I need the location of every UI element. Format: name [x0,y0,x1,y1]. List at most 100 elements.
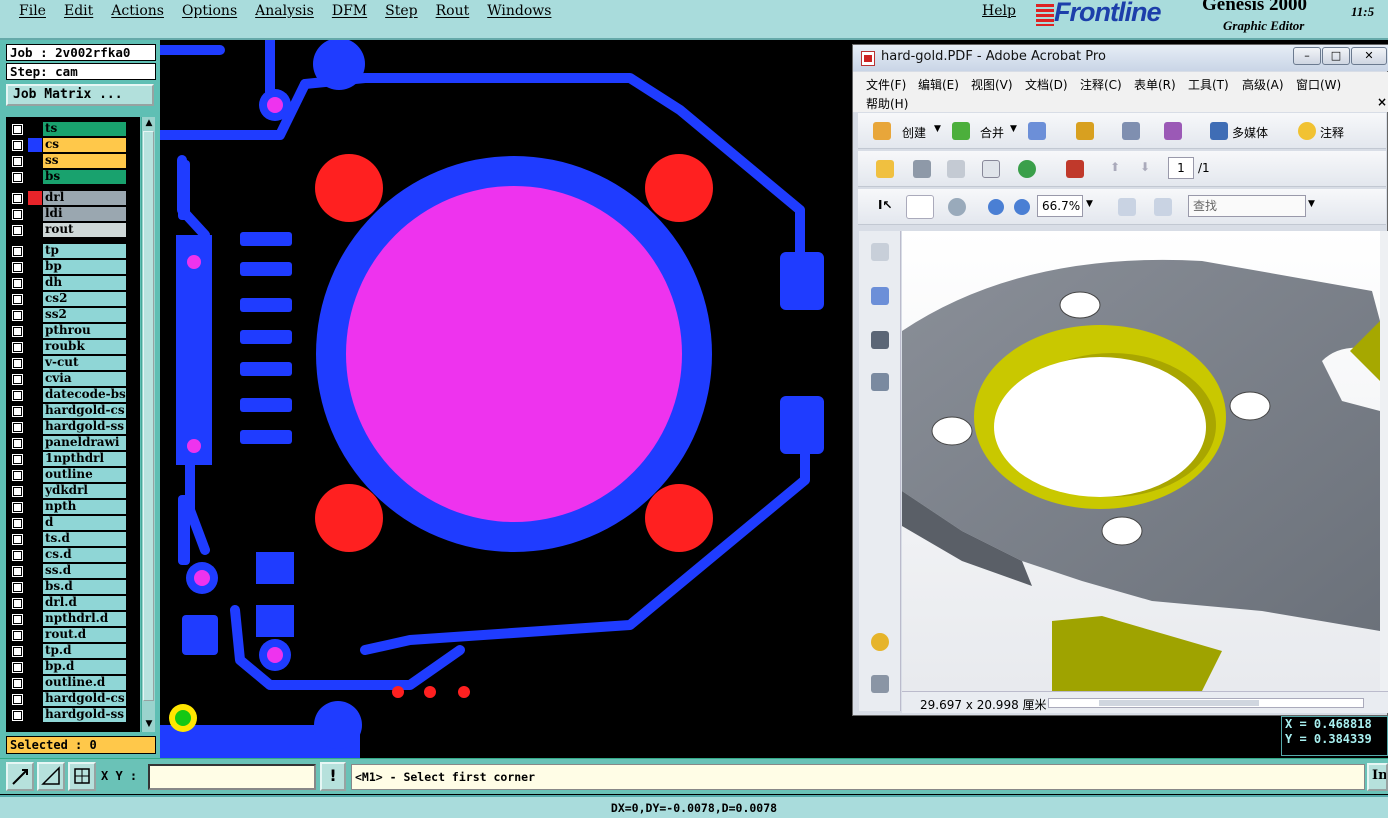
bang-button[interactable]: ! [320,762,346,791]
layer-row[interactable]: ss [6,153,140,169]
layer-row[interactable]: outline [6,467,140,483]
menu-windows[interactable]: Windows [478,3,560,19]
comment-icon[interactable] [1298,122,1316,140]
layer-checkbox[interactable] [12,694,23,705]
zoom-out-icon[interactable] [988,199,1004,215]
save-icon[interactable] [947,160,965,178]
layer-checkbox[interactable] [12,294,23,305]
merge-dropdown-icon[interactable]: ▼ [1010,124,1017,134]
upload-icon[interactable] [1018,160,1036,178]
layer-row[interactable]: ts [6,121,140,137]
menu-dfm[interactable]: DFM [323,3,376,19]
layer-color-swatch[interactable] [28,191,42,205]
layer-checkbox[interactable] [12,172,23,183]
layer-color-swatch[interactable] [28,436,42,450]
zoom-dropdown-icon[interactable]: ▼ [1086,199,1093,209]
layer-checkbox[interactable] [12,582,23,593]
open-folder-icon[interactable] [876,160,894,178]
layer-checkbox[interactable] [12,518,23,529]
layer-color-swatch[interactable] [28,692,42,706]
xy-input[interactable] [148,764,316,790]
menu-close-icon[interactable]: × [1377,95,1387,109]
menu-rout[interactable]: Rout [427,3,479,19]
maximize-button[interactable]: □ [1322,47,1350,65]
layer-checkbox[interactable] [12,193,23,204]
accessibility-icon[interactable] [1066,160,1084,178]
layer-color-swatch[interactable] [28,324,42,338]
layer-checkbox[interactable] [12,662,23,673]
menu-options[interactable]: Options [173,3,246,19]
acrobat-menu-item[interactable]: 高级(A) [1242,76,1284,93]
layer-row[interactable]: bs [6,169,140,185]
layer-checkbox[interactable] [12,124,23,135]
close-button[interactable]: ✕ [1351,47,1387,65]
measure-button[interactable] [37,762,65,791]
layer-row[interactable]: cs.d [6,547,140,563]
menu-step[interactable]: Step [376,3,426,19]
layer-checkbox[interactable] [12,310,23,321]
horizontal-scroll-thumb[interactable] [1099,700,1259,706]
layer-checkbox[interactable] [12,209,23,220]
layer-color-swatch[interactable] [28,468,42,482]
zoom-level-input[interactable]: 66.7% [1037,195,1083,217]
layer-row[interactable]: ydkdrl [6,483,140,499]
scroll-down-icon[interactable]: ▼ [143,718,155,730]
layer-row[interactable]: cs2 [6,291,140,307]
layer-checkbox[interactable] [12,646,23,657]
hand-tool-icon[interactable] [906,195,934,219]
secure-lock-icon[interactable] [1076,122,1094,140]
layer-checkbox[interactable] [12,550,23,561]
forms-icon[interactable] [1164,122,1182,140]
comment-button[interactable]: 注释 [1320,124,1344,141]
layer-row[interactable]: hardgold-ss [6,419,140,435]
layer-checkbox[interactable] [12,278,23,289]
layer-row[interactable]: drl [6,190,140,206]
layer-color-swatch[interactable] [28,420,42,434]
layer-color-swatch[interactable] [28,223,42,237]
merge-icon[interactable] [952,122,970,140]
layer-color-swatch[interactable] [28,452,42,466]
multimedia-button[interactable]: 多媒体 [1232,124,1268,141]
bookmarks-icon[interactable] [871,287,889,305]
layer-checkbox[interactable] [12,156,23,167]
layer-color-swatch[interactable] [28,207,42,221]
layer-checkbox[interactable] [12,470,23,481]
menu-edit[interactable]: Edit [55,3,102,19]
layer-color-swatch[interactable] [28,500,42,514]
minimize-button[interactable]: – [1293,47,1321,65]
layer-color-swatch[interactable] [28,612,42,626]
find-input[interactable]: 查找 [1188,195,1306,217]
graphic-editor-canvas[interactable] [160,40,855,758]
select-tool-icon[interactable]: I↖ [878,198,893,212]
acrobat-title-bar[interactable]: hard-gold.PDF - Adobe Acrobat Pro – □ ✕ [853,45,1388,71]
layer-color-swatch[interactable] [28,122,42,136]
fit-page-icon[interactable] [1118,198,1136,216]
layer-checkbox[interactable] [12,598,23,609]
layer-color-swatch[interactable] [28,596,42,610]
layer-row[interactable]: bp.d [6,659,140,675]
snap-button[interactable] [68,762,96,791]
layer-row[interactable]: hardgold-ss [6,707,140,723]
scroll-up-icon[interactable]: ▲ [143,117,155,129]
layer-checkbox[interactable] [12,326,23,337]
pages-icon[interactable] [871,243,889,261]
menu-analysis[interactable]: Analysis [246,3,323,19]
layer-checkbox[interactable] [12,262,23,273]
layer-row[interactable]: bs.d [6,579,140,595]
layer-color-swatch[interactable] [28,388,42,402]
layer-row[interactable]: rout.d [6,627,140,643]
layer-color-swatch[interactable] [28,532,42,546]
layer-row[interactable]: paneldrawi [6,435,140,451]
layer-color-swatch[interactable] [28,516,42,530]
merge-button[interactable]: 合并 [980,124,1004,141]
layer-color-swatch[interactable] [28,260,42,274]
layer-color-swatch[interactable] [28,580,42,594]
layer-row[interactable]: drl.d [6,595,140,611]
layer-checkbox[interactable] [12,486,23,497]
acrobat-menu-help[interactable]: 帮助(H) [866,95,908,112]
layer-checkbox[interactable] [12,710,23,721]
layer-checkbox[interactable] [12,438,23,449]
email-icon[interactable] [982,160,1000,178]
layer-checkbox[interactable] [12,534,23,545]
layer-row[interactable]: outline.d [6,675,140,691]
